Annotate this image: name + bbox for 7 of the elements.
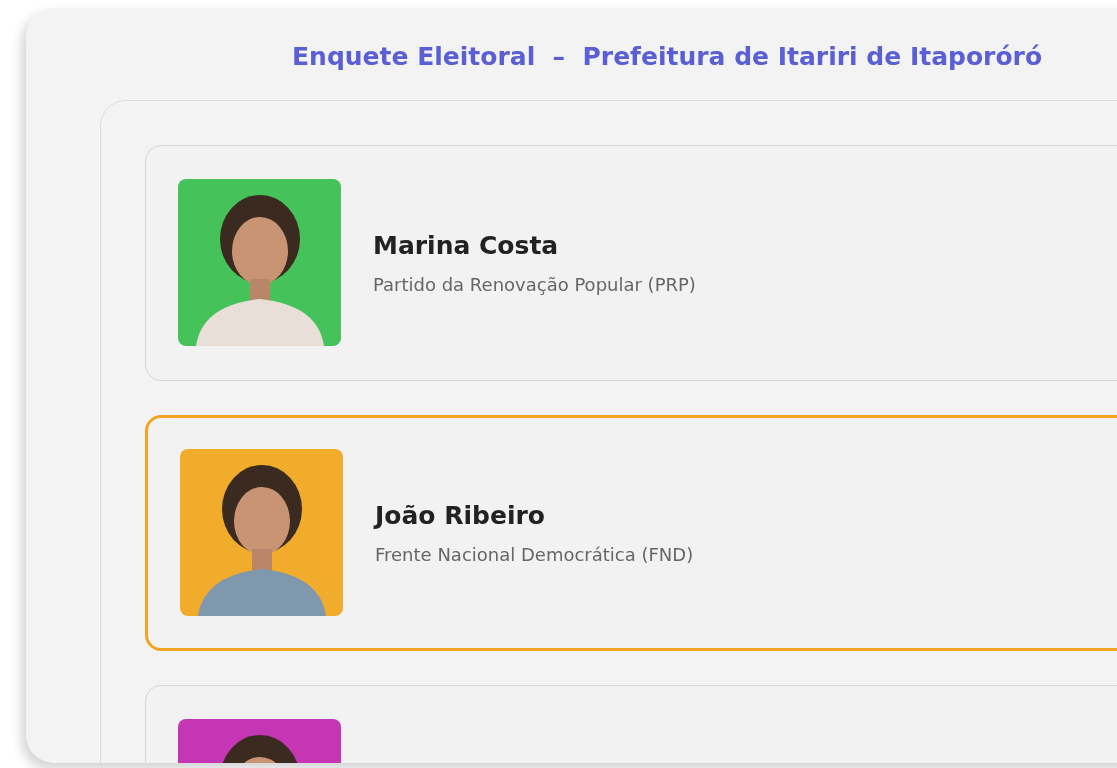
candidate-name: Marina Costa: [373, 230, 560, 263]
candidate-name: João Ribeiro: [375, 500, 546, 533]
party-name: Frente Nacional Democrática (FND): [375, 542, 694, 567]
candidate-card[interactable]: João Ribeiro Frente Nacional Democrática (FND): [145, 414, 1117, 651]
candidate-card[interactable]: Marina Costa Partido da Renovação Popular (PRP): [145, 144, 1117, 381]
page-title: Enquete Eleitoral – Prefeitura de Itariri de Itaporóró: [292, 41, 1044, 73]
party-name: Partido da Renovação Popular (PRP): [373, 272, 696, 297]
